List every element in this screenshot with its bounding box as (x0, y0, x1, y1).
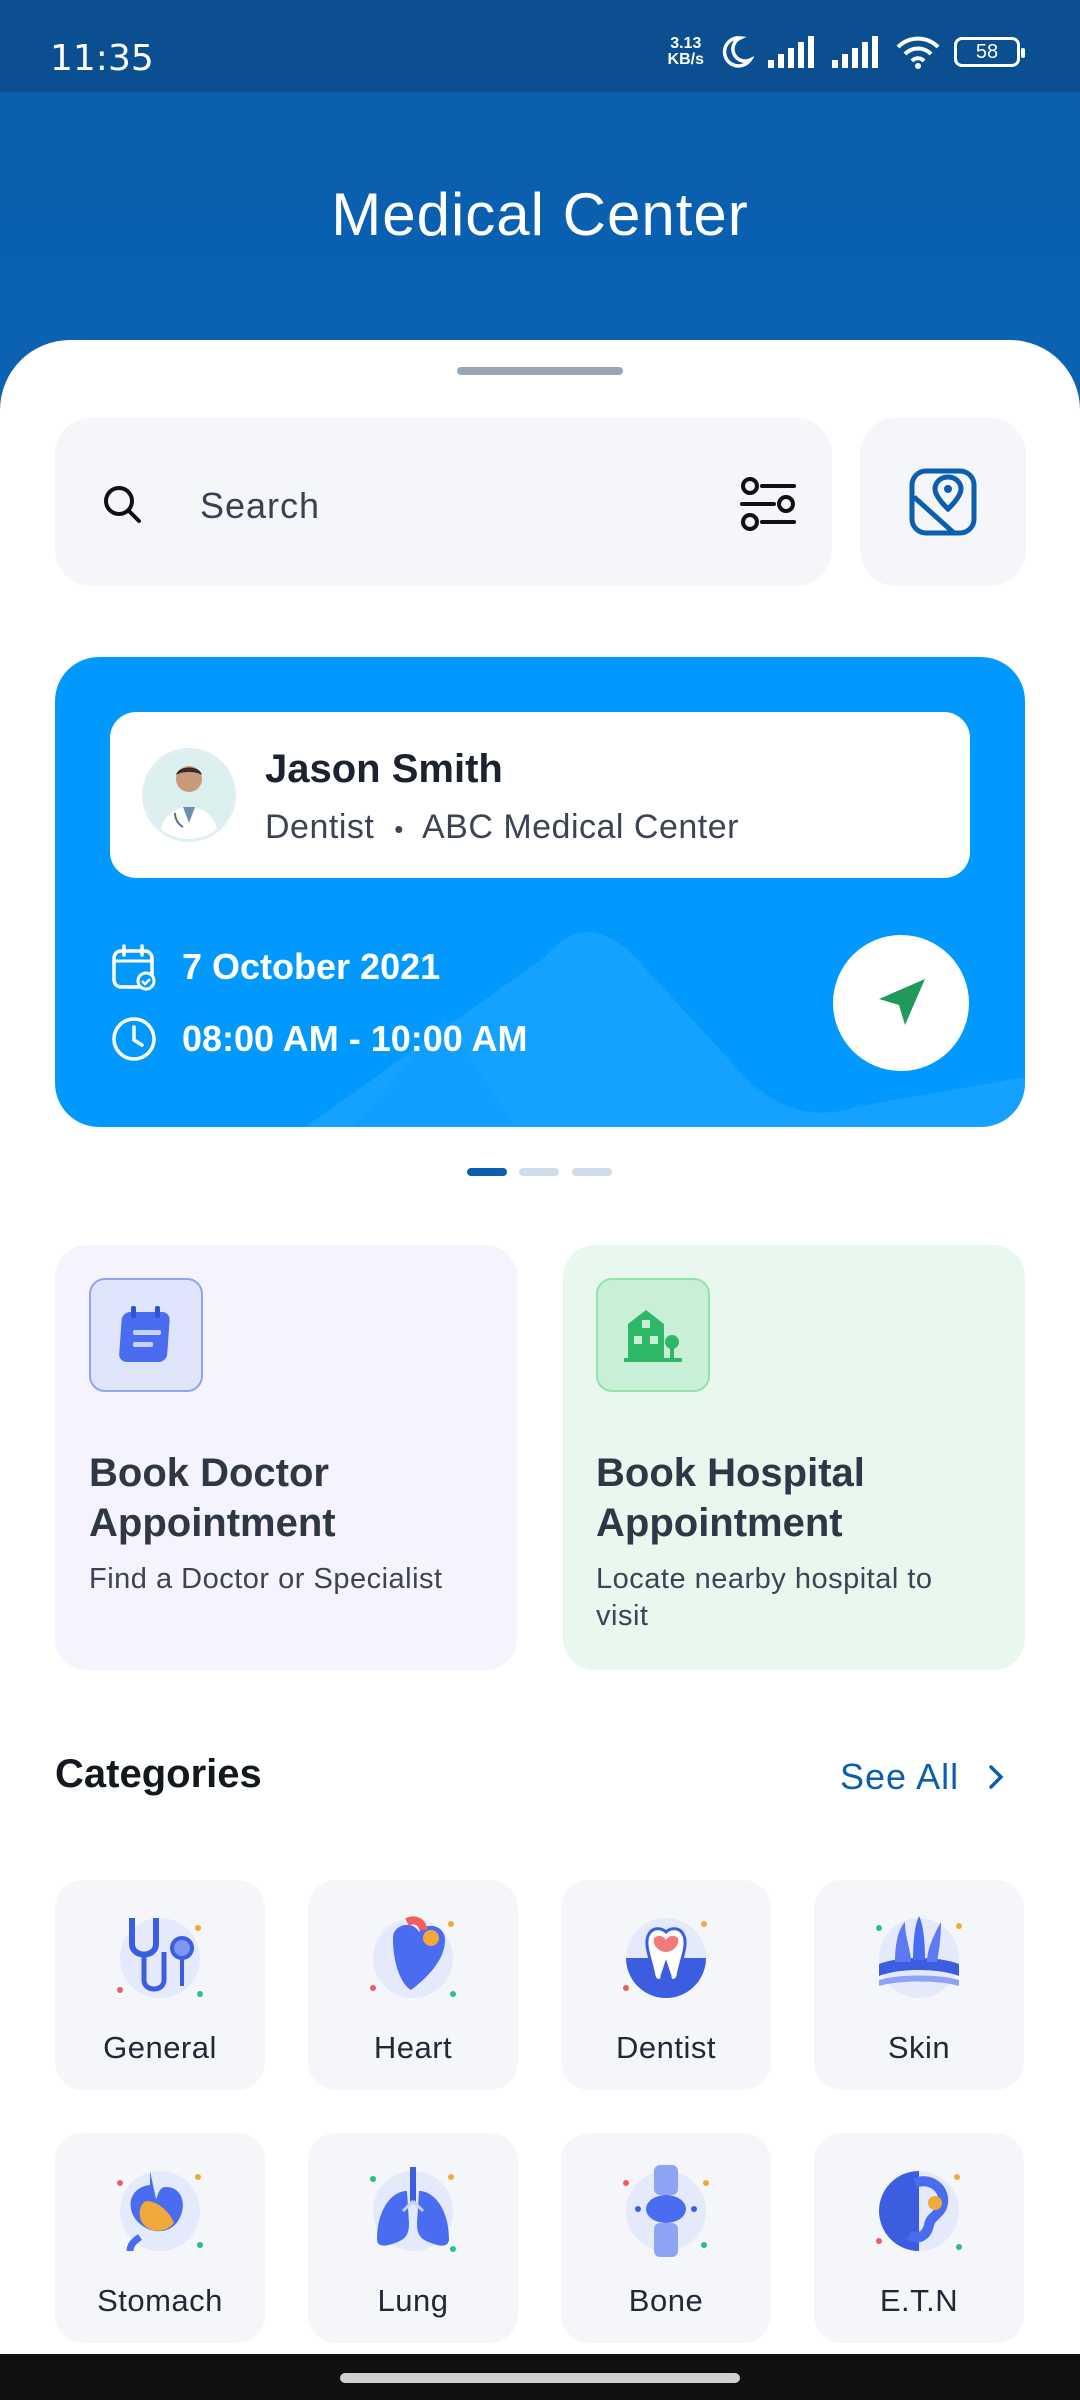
category-bone[interactable]: Bone (561, 2133, 771, 2343)
book-hospital-subtitle: Locate nearby hospital to visit (596, 1563, 933, 1632)
doctor-specialty: Dentist (265, 808, 375, 846)
home-indicator[interactable] (340, 2373, 740, 2383)
bone-icon (623, 2165, 709, 2257)
wifi-icon (896, 36, 940, 69)
tooth-icon (623, 1918, 707, 1998)
category-label: Skin (887, 2030, 951, 2065)
chevron-right-icon (989, 1765, 1004, 1789)
category-general[interactable]: General (55, 1880, 265, 2090)
drag-handle[interactable] (457, 367, 623, 375)
lung-icon (370, 2167, 456, 2252)
battery-indicator: 58 (954, 37, 1025, 67)
pager-dot-active[interactable] (467, 1168, 507, 1176)
book-hospital-icon-box (596, 1278, 710, 1392)
map-pin-icon (909, 468, 977, 536)
search-icon (104, 486, 141, 523)
map-button[interactable] (860, 418, 1026, 586)
status-bar: 11:35 3.13 KB/s 58 (0, 0, 1080, 92)
ear-icon (876, 2171, 962, 2251)
separator-dot: • (394, 814, 404, 844)
avatar (142, 748, 236, 842)
search-input[interactable] (55, 418, 832, 586)
category-lung[interactable]: Lung (308, 2133, 518, 2343)
status-icons: 3.13 KB/s 58 (667, 34, 1025, 70)
doctor-avatar-icon (145, 751, 233, 839)
category-label: E.T.N (879, 2283, 959, 2318)
hospital-building-icon (624, 1310, 682, 1362)
categories-heading: Categories (55, 1752, 262, 1796)
doctor-info-box[interactable] (110, 712, 970, 878)
doctor-specialty-line: Dentist • ABC Medical Center (265, 808, 739, 847)
category-dentist[interactable]: Dentist (561, 1880, 771, 2090)
category-stomach[interactable]: Stomach (55, 2133, 265, 2343)
see-all-label: See All (840, 1756, 960, 1797)
moon-icon (722, 36, 754, 68)
filter-icon[interactable] (740, 474, 796, 534)
category-label: Lung (377, 2283, 449, 2318)
category-label: Stomach (97, 2283, 223, 2318)
page-title: Medical Center (331, 181, 749, 248)
heart-icon (370, 1916, 456, 1998)
category-label: Bone (628, 2283, 704, 2318)
calendar-notes-icon (119, 1306, 170, 1362)
category-label: General (103, 2030, 217, 2065)
book-doctor-title: Book Doctor Appointment (89, 1451, 336, 1545)
appointment-time: 08:00 AM - 10:00 AM (182, 1018, 528, 1059)
search-placeholder: Search (200, 485, 321, 526)
signal-icon-2 (832, 36, 878, 68)
status-time: 11:35 (50, 38, 154, 79)
calendar-icon (112, 944, 156, 991)
send-arrow-icon (879, 979, 925, 1025)
doctor-name: Jason Smith (265, 747, 503, 791)
stethoscope-icon (117, 1918, 203, 1998)
signal-icon (768, 36, 814, 68)
medical-center-name: ABC Medical Center (421, 808, 739, 846)
network-speed: 3.13 KB/s (667, 35, 704, 68)
navigate-button[interactable] (833, 935, 969, 1071)
appointment-date: 7 October 2021 (182, 946, 441, 987)
category-etn[interactable]: E.T.N (814, 2133, 1024, 2343)
book-hospital-title: Book Hospital Appointment (596, 1451, 865, 1545)
pager-dot[interactable] (519, 1168, 559, 1176)
book-doctor-subtitle: Find a Doctor or Specialist (89, 1563, 443, 1595)
category-skin[interactable]: Skin (814, 1880, 1024, 2090)
category-label: Dentist (616, 2030, 716, 2065)
pager-dot[interactable] (572, 1168, 612, 1176)
clock-icon (112, 1017, 156, 1061)
category-heart[interactable]: Heart (308, 1880, 518, 2090)
category-label: Heart (373, 2030, 453, 2065)
book-doctor-icon-box (89, 1278, 203, 1392)
see-all-link[interactable]: See All (840, 1756, 1005, 1798)
skin-icon (876, 1916, 962, 1998)
stomach-icon (117, 2171, 203, 2252)
